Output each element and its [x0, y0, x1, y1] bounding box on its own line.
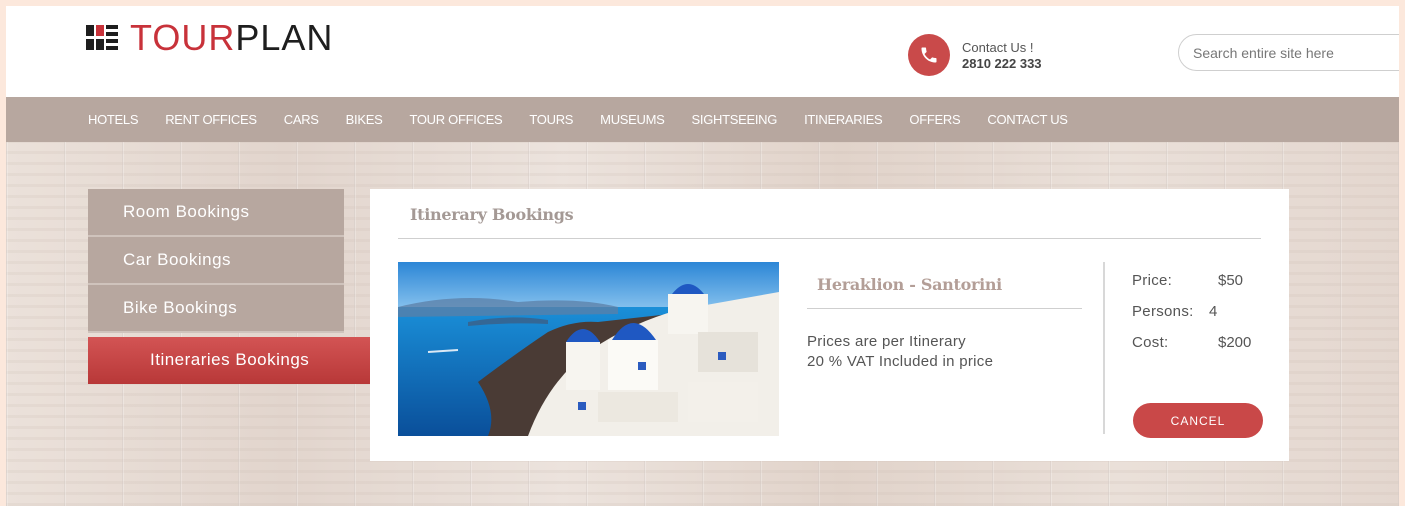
divider — [398, 238, 1261, 239]
nav-item-hotels[interactable]: HOTELS — [88, 112, 139, 127]
trip-title: Heraklion - Santorini — [817, 275, 1002, 294]
nav-item-cars[interactable]: CARS — [284, 112, 319, 127]
vat-note: 20 % VAT Included in price — [807, 353, 994, 370]
main-nav: HOTELS RENT OFFICES CARS BIKES TOUR OFFI… — [6, 97, 1399, 142]
persons-value: 4 — [1209, 303, 1218, 320]
price-value: $50 — [1218, 272, 1244, 289]
contact-number[interactable]: 2810 222 333 — [962, 56, 1042, 71]
logo[interactable]: TOURPLAN — [86, 20, 333, 56]
side-menu: Room Bookings Car Bookings Bike Bookings — [88, 189, 344, 333]
header: TOURPLAN Contact Us ! 2810 222 333 — [6, 6, 1399, 97]
nav-item-tours[interactable]: TOURS — [529, 112, 573, 127]
page: TOURPLAN Contact Us ! 2810 222 333 HOTEL… — [6, 6, 1399, 506]
cost-label: Cost: — [1132, 334, 1169, 351]
persons-label: Persons: — [1132, 303, 1194, 320]
nav-item-tour-offices[interactable]: TOUR OFFICES — [409, 112, 502, 127]
section-title: Itinerary Bookings — [410, 205, 574, 224]
nav-item-offers[interactable]: OFFERS — [909, 112, 960, 127]
logo-text-tour: TOUR — [130, 17, 236, 58]
nav-item-itineraries[interactable]: ITINERARIES — [804, 112, 883, 127]
side-item-itineraries-bookings[interactable]: Itineraries Bookings — [88, 337, 400, 384]
nav-item-sightseeing[interactable]: SIGHTSEEING — [692, 112, 778, 127]
nav-item-rent-offices[interactable]: RENT OFFICES — [165, 112, 257, 127]
pricing-note: Prices are per Itinerary — [807, 333, 966, 350]
nav-item-bikes[interactable]: BIKES — [346, 112, 383, 127]
phone-icon[interactable] — [908, 34, 950, 76]
vertical-divider — [1103, 262, 1105, 434]
cancel-button[interactable]: CANCEL — [1133, 403, 1263, 438]
nav-item-contact-us[interactable]: CONTACT US — [987, 112, 1068, 127]
search-input[interactable] — [1178, 34, 1399, 71]
logo-text-plan: PLAN — [235, 17, 334, 58]
booking-card: Itinerary Bookings Heraklion - Santorini… — [370, 189, 1289, 461]
side-item-bike-bookings[interactable]: Bike Bookings — [88, 285, 344, 333]
nav-item-museums[interactable]: MUSEUMS — [600, 112, 665, 127]
side-item-room-bookings[interactable]: Room Bookings — [88, 189, 344, 237]
side-active-label: Itineraries Bookings — [150, 350, 310, 369]
trip-divider — [807, 308, 1082, 309]
contact-block: Contact Us ! 2810 222 333 — [908, 34, 1042, 76]
santorini-photo — [398, 262, 779, 436]
side-item-car-bookings[interactable]: Car Bookings — [88, 237, 344, 285]
cost-value: $200 — [1218, 334, 1252, 351]
price-label: Price: — [1132, 272, 1173, 289]
logo-mark-icon — [86, 23, 122, 53]
contact-label: Contact Us ! — [962, 40, 1034, 55]
